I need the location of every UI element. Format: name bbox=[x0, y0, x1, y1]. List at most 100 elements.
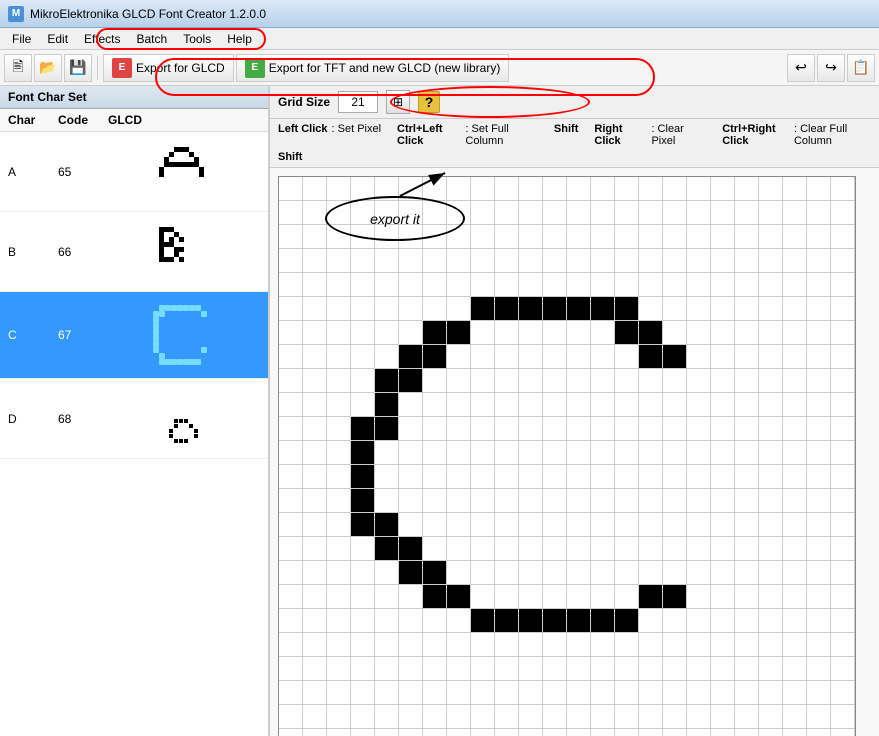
pixel-cell[interactable] bbox=[711, 657, 735, 681]
pixel-cell[interactable] bbox=[735, 201, 759, 225]
pixel-cell[interactable] bbox=[303, 609, 327, 633]
pixel-cell[interactable] bbox=[615, 705, 639, 729]
pixel-cell[interactable] bbox=[375, 441, 399, 465]
pixel-cell[interactable] bbox=[711, 633, 735, 657]
pixel-cell[interactable] bbox=[615, 345, 639, 369]
pixel-cell[interactable] bbox=[471, 585, 495, 609]
pixel-cell[interactable] bbox=[471, 321, 495, 345]
pixel-cell[interactable] bbox=[615, 513, 639, 537]
pixel-cell[interactable] bbox=[807, 729, 831, 736]
pixel-cell[interactable] bbox=[759, 681, 783, 705]
pixel-cell[interactable] bbox=[783, 657, 807, 681]
pixel-cell[interactable] bbox=[423, 561, 447, 585]
pixel-cell[interactable] bbox=[495, 561, 519, 585]
pixel-cell[interactable] bbox=[375, 561, 399, 585]
pixel-cell[interactable] bbox=[735, 177, 759, 201]
pixel-cell[interactable] bbox=[639, 681, 663, 705]
pixel-cell[interactable] bbox=[495, 249, 519, 273]
pixel-cell[interactable] bbox=[663, 201, 687, 225]
pixel-cell[interactable] bbox=[735, 321, 759, 345]
pixel-cell[interactable] bbox=[567, 345, 591, 369]
pixel-cell[interactable] bbox=[303, 201, 327, 225]
pixel-cell[interactable] bbox=[471, 705, 495, 729]
pixel-cell[interactable] bbox=[759, 345, 783, 369]
pixel-cell[interactable] bbox=[399, 657, 423, 681]
pixel-cell[interactable] bbox=[639, 705, 663, 729]
font-row-C[interactable]: C 67 bbox=[0, 292, 268, 379]
pixel-cell[interactable] bbox=[807, 249, 831, 273]
pixel-cell[interactable] bbox=[495, 369, 519, 393]
pixel-cell[interactable] bbox=[495, 729, 519, 736]
pixel-cell[interactable] bbox=[615, 657, 639, 681]
pixel-cell[interactable] bbox=[279, 321, 303, 345]
pixel-cell[interactable] bbox=[447, 345, 471, 369]
pixel-cell[interactable] bbox=[711, 729, 735, 736]
open-button[interactable]: 📂 bbox=[34, 54, 62, 82]
pixel-cell[interactable] bbox=[759, 177, 783, 201]
pixel-cell[interactable] bbox=[807, 633, 831, 657]
pixel-cell[interactable] bbox=[519, 249, 543, 273]
pixel-cell[interactable] bbox=[375, 537, 399, 561]
pixel-cell[interactable] bbox=[423, 369, 447, 393]
pixel-cell[interactable] bbox=[591, 345, 615, 369]
pixel-cell[interactable] bbox=[519, 609, 543, 633]
pixel-cell[interactable] bbox=[519, 297, 543, 321]
pixel-cell[interactable] bbox=[711, 225, 735, 249]
pixel-cell[interactable] bbox=[303, 561, 327, 585]
pixel-cell[interactable] bbox=[783, 177, 807, 201]
pixel-cell[interactable] bbox=[351, 249, 375, 273]
menu-tools[interactable]: Tools bbox=[175, 30, 219, 48]
pixel-cell[interactable] bbox=[687, 585, 711, 609]
pixel-cell[interactable] bbox=[663, 657, 687, 681]
pixel-cell[interactable] bbox=[711, 465, 735, 489]
pixel-cell[interactable] bbox=[375, 393, 399, 417]
pixel-cell[interactable] bbox=[591, 561, 615, 585]
pixel-cell[interactable] bbox=[447, 633, 471, 657]
pixel-cell[interactable] bbox=[543, 705, 567, 729]
pixel-cell[interactable] bbox=[807, 609, 831, 633]
redo-button[interactable]: ↪ bbox=[817, 54, 845, 82]
pixel-cell[interactable] bbox=[447, 225, 471, 249]
pixel-cell[interactable] bbox=[663, 369, 687, 393]
pixel-cell[interactable] bbox=[615, 393, 639, 417]
pixel-cell[interactable] bbox=[615, 537, 639, 561]
pixel-cell[interactable] bbox=[711, 609, 735, 633]
pixel-cell[interactable] bbox=[711, 345, 735, 369]
pixel-cell[interactable] bbox=[423, 705, 447, 729]
pixel-cell[interactable] bbox=[831, 537, 855, 561]
menu-effects[interactable]: Effects bbox=[76, 30, 128, 48]
pixel-cell[interactable] bbox=[687, 249, 711, 273]
pixel-cell[interactable] bbox=[591, 537, 615, 561]
pixel-cell[interactable] bbox=[327, 417, 351, 441]
pixel-cell[interactable] bbox=[831, 513, 855, 537]
pixel-cell[interactable] bbox=[615, 729, 639, 736]
pixel-cell[interactable] bbox=[663, 705, 687, 729]
pixel-cell[interactable] bbox=[639, 729, 663, 736]
pixel-cell[interactable] bbox=[687, 609, 711, 633]
pixel-cell[interactable] bbox=[303, 345, 327, 369]
pixel-cell[interactable] bbox=[831, 657, 855, 681]
pixel-cell[interactable] bbox=[447, 273, 471, 297]
pixel-cell[interactable] bbox=[495, 177, 519, 201]
pixel-cell[interactable] bbox=[423, 273, 447, 297]
pixel-cell[interactable] bbox=[423, 489, 447, 513]
pixel-cell[interactable] bbox=[591, 585, 615, 609]
pixel-cell[interactable] bbox=[495, 345, 519, 369]
pixel-cell[interactable] bbox=[327, 369, 351, 393]
pixel-cell[interactable] bbox=[423, 417, 447, 441]
pixel-cell[interactable] bbox=[471, 441, 495, 465]
pixel-cell[interactable] bbox=[447, 321, 471, 345]
pixel-cell[interactable] bbox=[735, 369, 759, 393]
pixel-cell[interactable] bbox=[735, 633, 759, 657]
pixel-cell[interactable] bbox=[375, 297, 399, 321]
pixel-cell[interactable] bbox=[303, 657, 327, 681]
pixel-cell[interactable] bbox=[519, 441, 543, 465]
pixel-cell[interactable] bbox=[399, 321, 423, 345]
pixel-cell[interactable] bbox=[399, 225, 423, 249]
pixel-cell[interactable] bbox=[279, 657, 303, 681]
pixel-cell[interactable] bbox=[471, 201, 495, 225]
pixel-cell[interactable] bbox=[327, 561, 351, 585]
pixel-cell[interactable] bbox=[519, 537, 543, 561]
pixel-cell[interactable] bbox=[567, 513, 591, 537]
pixel-cell[interactable] bbox=[351, 681, 375, 705]
